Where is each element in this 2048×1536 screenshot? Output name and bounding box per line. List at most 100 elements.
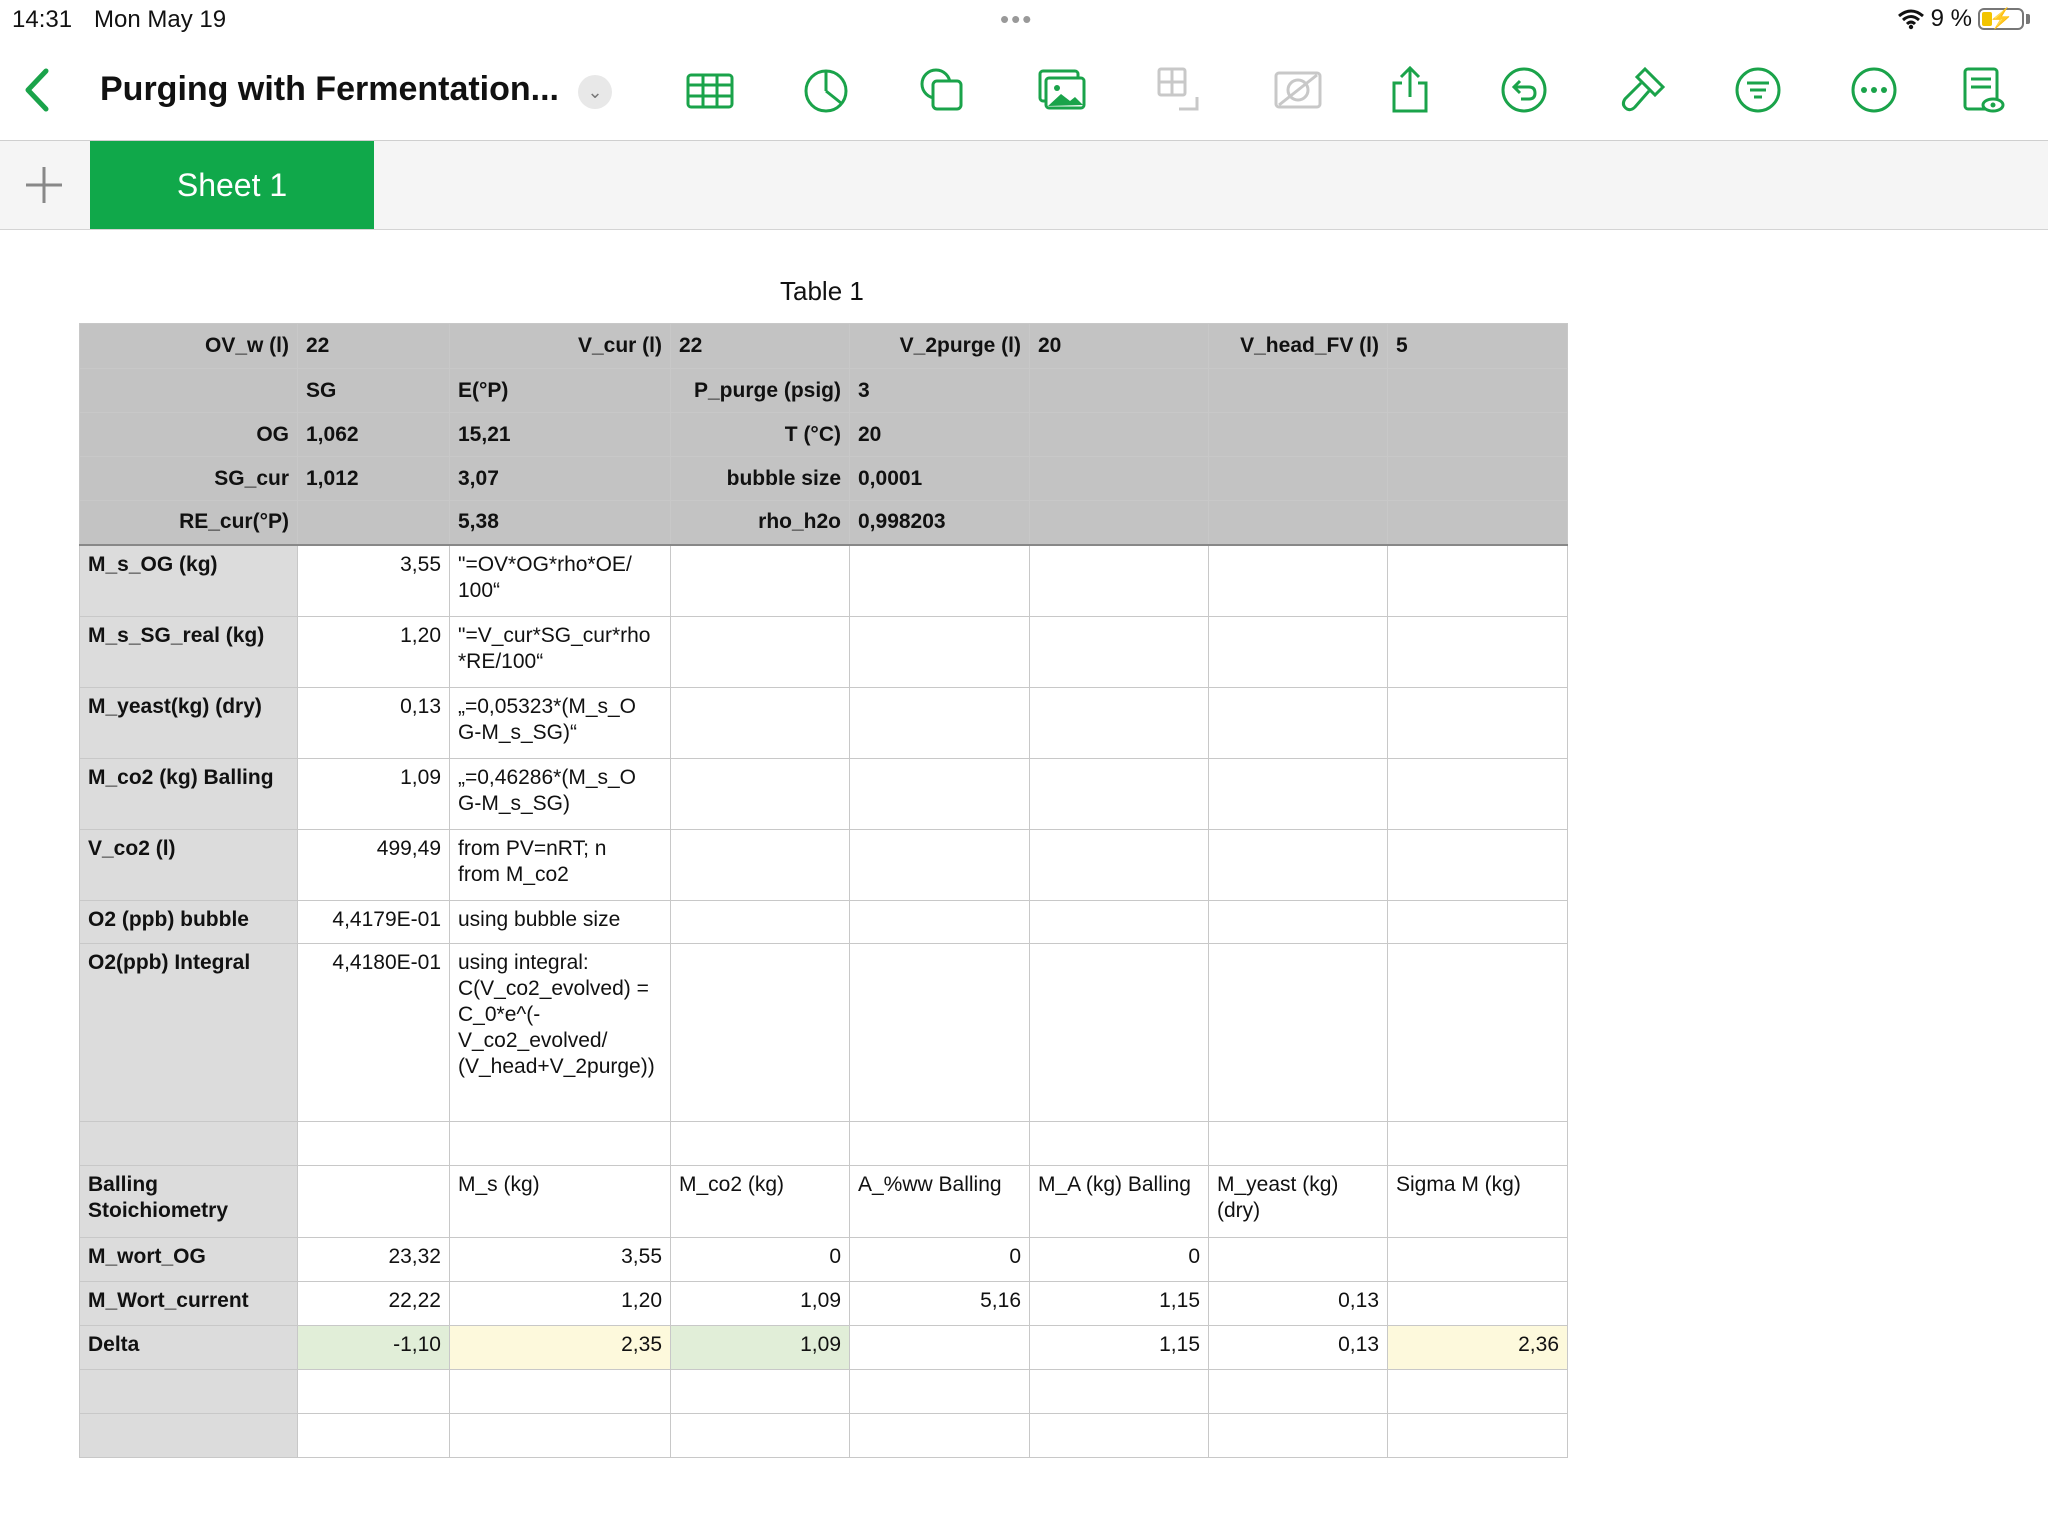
table-cell[interactable]: 499,49 <box>297 829 450 901</box>
filter-icon[interactable] <box>1730 62 1786 118</box>
table-cell[interactable] <box>1029 1121 1209 1166</box>
table-cell[interactable] <box>1387 900 1568 944</box>
table-icon[interactable] <box>682 62 738 118</box>
add-sheet-icon[interactable] <box>22 163 66 207</box>
table-cell[interactable]: 20 <box>1029 323 1209 369</box>
table-cell[interactable] <box>1208 687 1388 759</box>
row-header-cell[interactable]: M_co2 (kg) Balling <box>79 758 298 830</box>
table-cell[interactable] <box>1029 616 1209 688</box>
table-cell[interactable]: using integral: C(V_co2_evolved) = C_0*e… <box>449 943 671 1122</box>
chart-icon[interactable] <box>798 62 854 118</box>
table-cell[interactable] <box>1387 1413 1568 1458</box>
table-cell[interactable] <box>449 1369 671 1414</box>
table-cell[interactable]: OV_w (l) <box>79 323 298 369</box>
undo-icon[interactable] <box>1496 62 1552 118</box>
table-cell[interactable] <box>849 1369 1030 1414</box>
table-cell[interactable] <box>1208 412 1388 457</box>
table-cell[interactable]: 1,012 <box>297 456 450 501</box>
table-cell[interactable]: "=V_cur*SG_cur*rho *RE/100“ <box>449 616 671 688</box>
table-cell[interactable]: "=OV*OG*rho*OE/ 100“ <box>449 544 671 617</box>
table-cell[interactable] <box>1029 544 1209 617</box>
table-cell[interactable] <box>1387 456 1568 501</box>
table-cell[interactable] <box>849 1121 1030 1166</box>
table-cell[interactable]: 5 <box>1387 323 1568 369</box>
table-cell[interactable] <box>1029 456 1209 501</box>
table-cell[interactable] <box>1029 1413 1209 1458</box>
multitasking-dots-icon[interactable]: ••• <box>1000 4 1033 35</box>
table-cell[interactable]: bubble size <box>670 456 850 501</box>
table-cell[interactable]: Sigma M (kg) <box>1387 1165 1568 1238</box>
row-header-cell[interactable]: M_wort_OG <box>79 1237 298 1282</box>
table-cell[interactable] <box>1208 943 1388 1122</box>
table-cell[interactable]: 1,09 <box>670 1325 850 1370</box>
tab-sheet-1[interactable]: Sheet 1 <box>90 141 374 229</box>
table-cell[interactable]: 0,998203 <box>849 500 1030 546</box>
share-icon[interactable] <box>1382 62 1438 118</box>
table-cell[interactable]: 2,35 <box>449 1325 671 1370</box>
table-cell[interactable] <box>1387 687 1568 759</box>
row-header-cell[interactable] <box>79 1121 298 1166</box>
table-cell[interactable]: 1,09 <box>670 1281 850 1326</box>
table-cell[interactable] <box>1387 368 1568 413</box>
table-cell[interactable]: from PV=nRT; n from M_co2 <box>449 829 671 901</box>
table-cell[interactable]: V_cur (l) <box>449 323 671 369</box>
table-cell[interactable]: rho_h2o <box>670 500 850 546</box>
table-cell[interactable]: 0,13 <box>1208 1281 1388 1326</box>
table-cell[interactable]: OG <box>79 412 298 457</box>
table-cell[interactable] <box>1208 1121 1388 1166</box>
table-cell[interactable] <box>849 1413 1030 1458</box>
table-cell[interactable] <box>849 687 1030 759</box>
table-cell[interactable]: A_%ww Balling <box>849 1165 1030 1238</box>
document-title[interactable]: Purging with Fermentation... <box>100 70 559 109</box>
row-header-cell[interactable]: O2(ppb) Integral <box>79 943 298 1122</box>
table-cell[interactable]: 1,20 <box>449 1281 671 1326</box>
table-cell[interactable] <box>1029 900 1209 944</box>
table-cell[interactable] <box>1208 500 1388 546</box>
table-cell[interactable] <box>297 1413 450 1458</box>
table-cell[interactable]: 0 <box>1029 1237 1209 1282</box>
reading-view-icon[interactable] <box>1954 62 2010 118</box>
table-cell[interactable]: 22 <box>670 323 850 369</box>
table-cell[interactable]: 1,15 <box>1029 1281 1209 1326</box>
row-header-cell[interactable]: M_s_SG_real (kg) <box>79 616 298 688</box>
table-cell[interactable] <box>670 829 850 901</box>
table-cell[interactable] <box>1208 1413 1388 1458</box>
table-cell[interactable] <box>1208 368 1388 413</box>
table-cell[interactable] <box>849 758 1030 830</box>
table-cell[interactable]: 1,062 <box>297 412 450 457</box>
row-header-cell[interactable]: V_co2 (l) <box>79 829 298 901</box>
table-cell[interactable] <box>849 544 1030 617</box>
row-header-cell[interactable]: M_Wort_current <box>79 1281 298 1326</box>
table-cell[interactable]: 3,07 <box>449 456 671 501</box>
table-cell[interactable]: 0 <box>849 1237 1030 1282</box>
table-cell[interactable]: 3,55 <box>449 1237 671 1282</box>
table-cell[interactable]: „=0,46286*(M_s_O G-M_s_SG) <box>449 758 671 830</box>
table-cell[interactable]: 1,20 <box>297 616 450 688</box>
table-cell[interactable] <box>849 616 1030 688</box>
row-header-cell[interactable]: M_s_OG (kg) <box>79 544 298 617</box>
table-cell[interactable]: -1,10 <box>297 1325 450 1370</box>
table-cell[interactable]: 22 <box>297 323 450 369</box>
table-cell[interactable] <box>449 1121 671 1166</box>
row-header-cell[interactable]: Delta <box>79 1325 298 1370</box>
table-cell[interactable]: 0 <box>670 1237 850 1282</box>
table-cell[interactable]: SG_cur <box>79 456 298 501</box>
table-cell[interactable] <box>1387 1281 1568 1326</box>
table-cell[interactable] <box>670 900 850 944</box>
spreadsheet-table[interactable]: OV_w (l) 22 V_cur (l) 22 V_2purge (l) 20… <box>79 323 1568 1458</box>
row-header-cell[interactable] <box>79 1413 298 1458</box>
table-cell[interactable] <box>1387 616 1568 688</box>
table-cell[interactable] <box>449 1413 671 1458</box>
table-cell[interactable] <box>849 900 1030 944</box>
table-cell[interactable]: 23,32 <box>297 1237 450 1282</box>
table-cell[interactable] <box>1029 500 1209 546</box>
back-icon[interactable] <box>18 65 58 115</box>
table-cell[interactable]: 3 <box>849 368 1030 413</box>
table-cell[interactable]: 1,09 <box>297 758 450 830</box>
table-cell[interactable]: M_s (kg) <box>449 1165 671 1238</box>
media-icon[interactable] <box>1034 62 1090 118</box>
table-cell[interactable] <box>1387 500 1568 546</box>
table-cell[interactable]: RE_cur(°P) <box>79 500 298 546</box>
table-cell[interactable] <box>1387 1369 1568 1414</box>
table-cell[interactable] <box>670 1121 850 1166</box>
